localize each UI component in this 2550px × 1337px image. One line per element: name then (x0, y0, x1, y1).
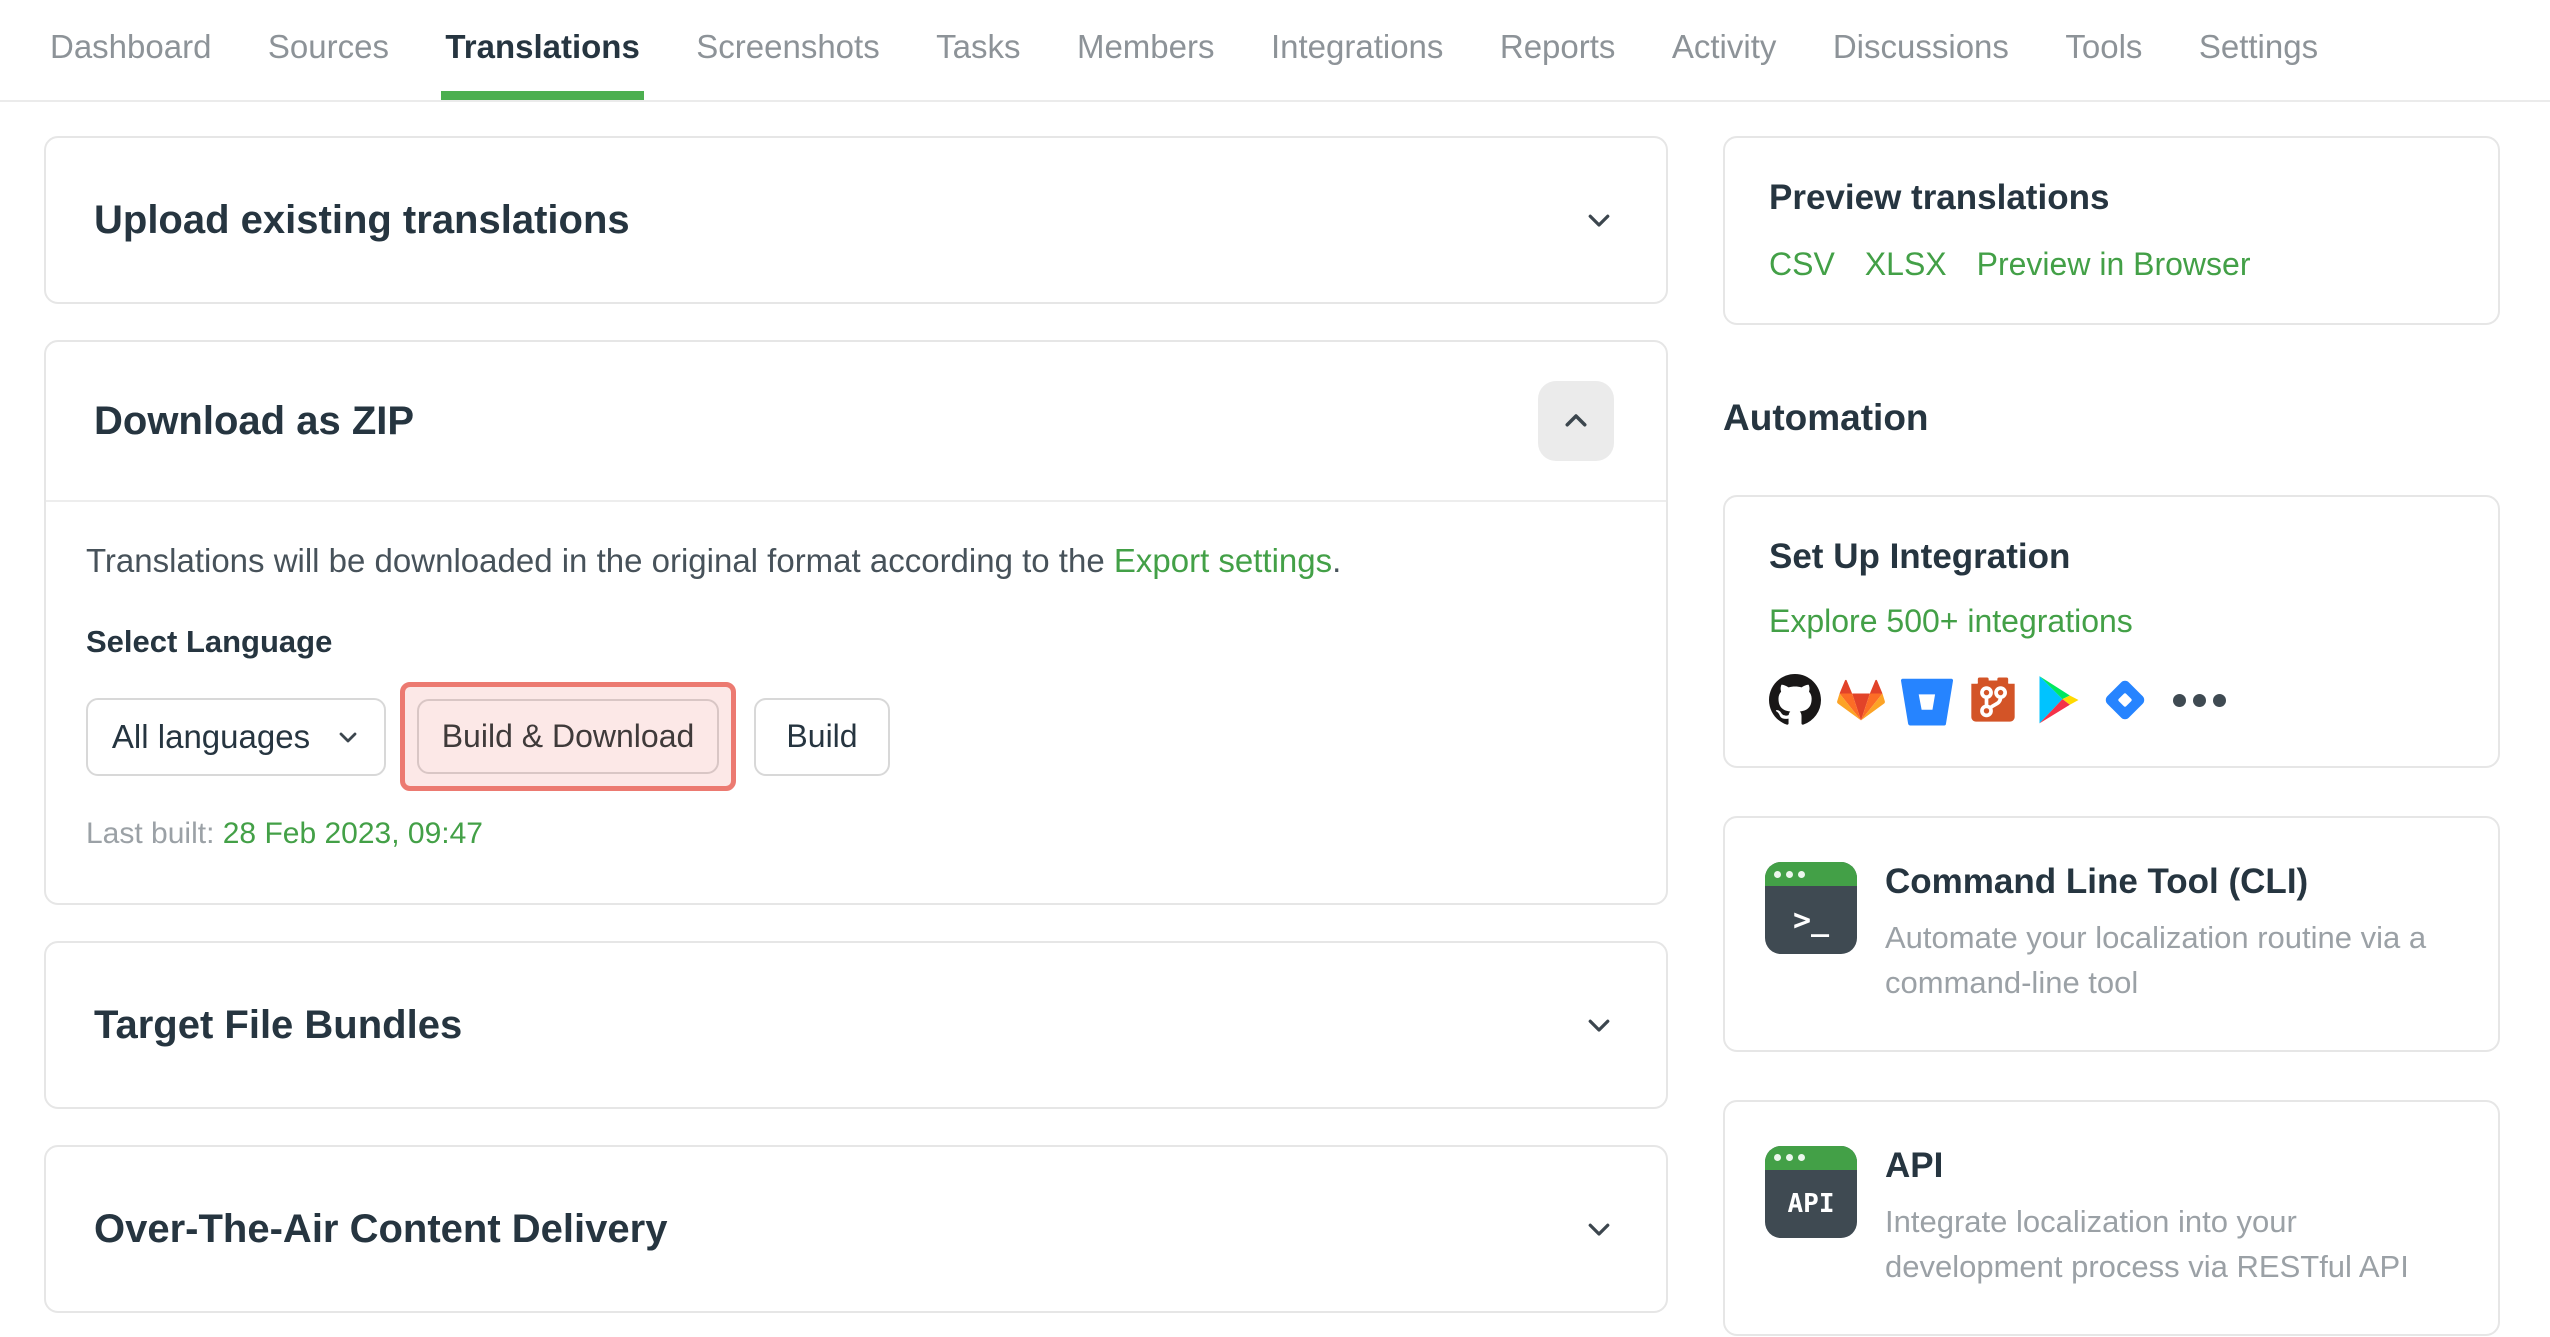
chevron-down-icon[interactable] (1584, 1214, 1614, 1244)
chevron-down-icon[interactable] (1584, 205, 1614, 235)
select-language-label: Select Language (86, 624, 333, 659)
tab-sources[interactable]: Sources (268, 28, 389, 100)
api-description: Integrate localization into your develop… (1885, 1203, 2409, 1284)
api-text: API Integrate localization into your dev… (1885, 1146, 2445, 1290)
download-panel-title: Download as ZIP (94, 398, 415, 443)
upload-panel-title: Upload existing translations (94, 197, 630, 242)
last-built-date: 28 Feb 2023, 09:47 (222, 817, 483, 850)
collapse-panel-button[interactable] (1538, 381, 1614, 461)
download-as-zip-panel: Download as ZIP Translations will be dow… (44, 340, 1668, 905)
preview-translations-title: Preview translations (1769, 178, 2110, 217)
tab-reports[interactable]: Reports (1500, 28, 1616, 100)
highlight-annotation: Build & Download (400, 682, 736, 791)
export-settings-link[interactable]: Export settings (1114, 542, 1332, 579)
api-card[interactable]: API API Integrate localization into your… (1723, 1099, 2500, 1336)
ota-panel-title: Over-The-Air Content Delivery (94, 1206, 668, 1251)
tab-tools[interactable]: Tools (2065, 28, 2142, 100)
jira-icon[interactable] (2099, 674, 2151, 726)
ota-content-delivery-panel: Over-The-Air Content Delivery (44, 1145, 1668, 1313)
tab-settings[interactable]: Settings (2199, 28, 2318, 100)
set-up-integration-title: Set Up Integration (1769, 537, 2071, 576)
download-description: Translations will be downloaded in the o… (86, 542, 1618, 580)
tab-dashboard[interactable]: Dashboard (50, 28, 211, 100)
chevron-down-icon (336, 725, 360, 749)
explore-integrations-link[interactable]: Explore 500+ integrations (1769, 603, 2133, 640)
ota-panel-header[interactable]: Over-The-Air Content Delivery (46, 1147, 1666, 1311)
last-built-status: Last built: 28 Feb 2023, 09:47 (86, 817, 1618, 851)
more-options-icon[interactable] (2173, 693, 2226, 707)
github-icon[interactable] (1769, 674, 1821, 726)
download-controls-row: All languages Build & Download Build (86, 682, 1618, 791)
tab-members[interactable]: Members (1077, 28, 1215, 100)
upload-existing-translations-panel: Upload existing translations (44, 136, 1668, 304)
tab-integrations[interactable]: Integrations (1271, 28, 1443, 100)
tab-activity[interactable]: Activity (1672, 28, 1777, 100)
main-column: Upload existing translations Download as… (44, 136, 1668, 1336)
api-title: API (1885, 1145, 1944, 1185)
upload-panel-header[interactable]: Upload existing translations (46, 138, 1666, 302)
preview-translations-card: Preview translations CSV XLSX Preview in… (1723, 136, 2500, 325)
bundles-panel-title: Target File Bundles (94, 1002, 463, 1047)
cli-tool-card[interactable]: >_ Command Line Tool (CLI) Automate your… (1723, 816, 2500, 1052)
preview-links-row: CSV XLSX Preview in Browser (1769, 246, 2454, 283)
xlsx-link[interactable]: XLSX (1865, 246, 1947, 283)
csv-link[interactable]: CSV (1769, 246, 1835, 283)
terminal-icon-text: >_ (1792, 902, 1830, 938)
sidebar: Preview translations CSV XLSX Preview in… (1723, 136, 2500, 1336)
api-icon-text: API (1787, 1188, 1835, 1219)
last-built-label: Last built: (86, 817, 223, 850)
tab-discussions[interactable]: Discussions (1833, 28, 2009, 100)
project-tab-bar: Dashboard Sources Translations Screensho… (0, 0, 2550, 102)
gitlab-icon[interactable] (1835, 674, 1887, 726)
download-description-text: Translations will be downloaded in the o… (86, 542, 1114, 579)
integration-icon-row (1769, 674, 2454, 726)
preview-in-browser-link[interactable]: Preview in Browser (1977, 246, 2251, 283)
tab-tasks[interactable]: Tasks (936, 28, 1020, 100)
chevron-down-icon[interactable] (1584, 1010, 1614, 1040)
build-button[interactable]: Build (754, 697, 890, 776)
download-description-period: . (1332, 542, 1342, 579)
target-file-bundles-panel: Target File Bundles (44, 941, 1668, 1109)
cli-tool-text: Command Line Tool (CLI) Automate your lo… (1885, 862, 2445, 1006)
cli-tool-title: Command Line Tool (CLI) (1885, 862, 2309, 901)
tab-screenshots[interactable]: Screenshots (696, 28, 879, 100)
bitbucket-icon[interactable] (1901, 674, 1953, 726)
language-select[interactable]: All languages (86, 697, 386, 776)
api-icon: API (1765, 1145, 1857, 1238)
automation-heading: Automation (1723, 397, 1929, 438)
set-up-integration-card: Set Up Integration Explore 500+ integrat… (1723, 495, 2500, 768)
chevron-up-icon (1561, 406, 1591, 436)
cli-tool-description: Automate your localization routine via a… (1885, 920, 2427, 1000)
download-panel-header[interactable]: Download as ZIP (46, 342, 1666, 500)
download-panel-body: Translations will be downloaded in the o… (46, 502, 1666, 903)
bundles-panel-header[interactable]: Target File Bundles (46, 943, 1666, 1107)
tab-translations[interactable]: Translations (441, 28, 645, 100)
terminal-icon: >_ (1765, 862, 1857, 954)
build-and-download-button[interactable]: Build & Download (417, 699, 719, 774)
git-icon[interactable] (1967, 674, 2019, 726)
google-play-icon[interactable] (2033, 674, 2085, 726)
language-select-value: All languages (111, 717, 311, 755)
